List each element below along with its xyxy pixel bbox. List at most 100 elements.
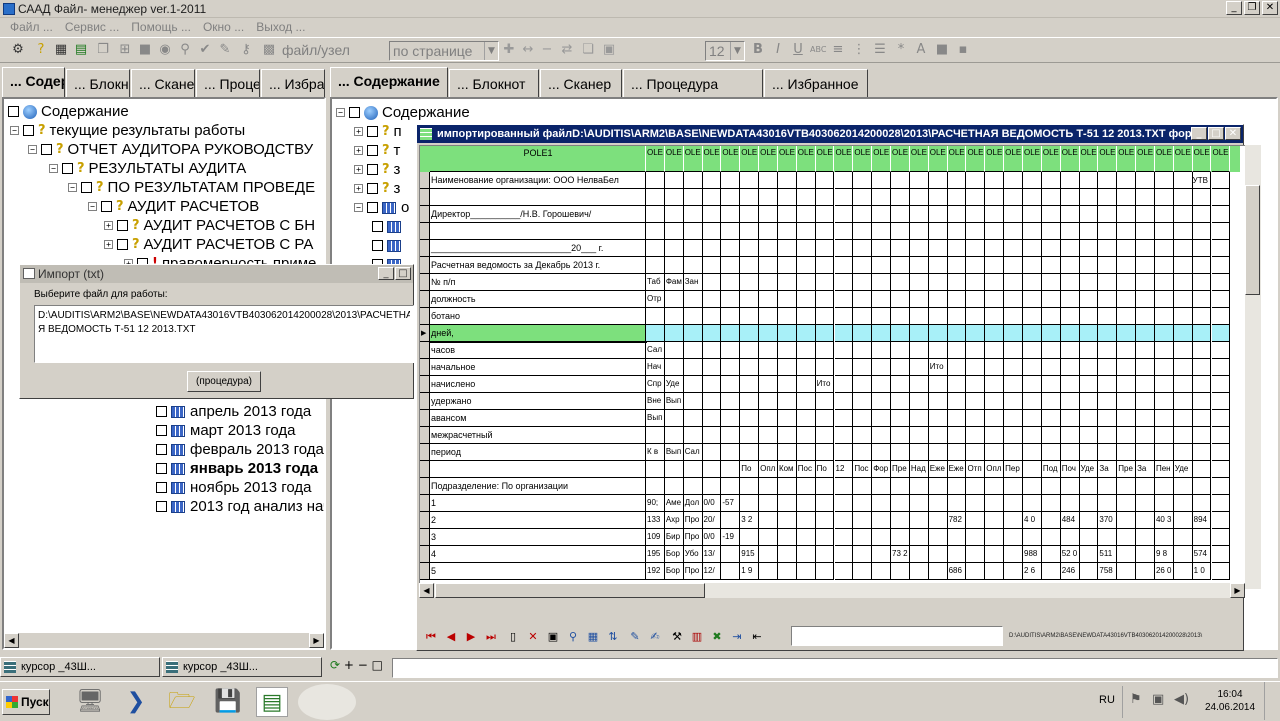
grid-cell[interactable]: Вып [664,444,684,461]
grid-cell[interactable] [966,206,986,223]
expand-icon[interactable]: + [354,165,363,174]
grid-cell[interactable] [1023,376,1042,393]
grid-cell[interactable] [721,376,741,393]
tree-checkbox[interactable] [372,221,383,232]
grid-cell[interactable] [1117,376,1137,393]
grid-cell[interactable] [1023,291,1042,308]
month-item[interactable]: 2013 год анализ нач [156,497,324,516]
copy-icon[interactable]: ❐ [95,42,111,58]
grid-cell[interactable] [1173,325,1193,342]
delete-record-icon[interactable]: ✕ [525,629,541,645]
grid-cell[interactable] [909,240,929,257]
grid-cell[interactable] [1023,529,1042,546]
right-tree-node[interactable]: +? п [354,122,402,141]
grid-cell[interactable]: 4 [430,546,646,563]
tree-checkbox[interactable] [367,202,378,213]
column-header[interactable]: OLE [872,146,892,172]
grid-cell[interactable]: Уде [1173,461,1193,478]
edit-icon[interactable]: ✎ [217,42,233,58]
grid-cell[interactable] [872,308,892,325]
grid-cell[interactable] [834,206,854,223]
grid-cell[interactable] [1136,410,1155,427]
grid-cell[interactable] [966,393,986,410]
grid-cell[interactable] [928,393,948,410]
collapse-icon[interactable]: − [88,202,97,211]
grid-cell[interactable] [1192,461,1212,478]
grid-cell[interactable] [1211,189,1231,206]
grid-cell[interactable] [759,325,778,342]
grid-cell[interactable] [1060,325,1080,342]
grid-cell[interactable] [1023,223,1042,240]
grid-cell[interactable] [815,325,835,342]
month-item[interactable]: апрель 2013 года [156,402,311,421]
grid-cell[interactable]: Спр [646,376,665,393]
grid-cell[interactable] [1211,257,1231,274]
import-icon[interactable]: ⇤ [749,629,765,645]
grid-cell[interactable] [853,172,873,189]
grid-cell[interactable] [1098,495,1118,512]
grid-cell[interactable] [1154,529,1174,546]
grid-cell[interactable] [891,308,910,325]
grid-cell[interactable] [1060,189,1080,206]
last-record-icon[interactable]: ⏭ [483,629,499,645]
font-color-icon[interactable]: A [913,42,929,58]
grid-cell[interactable] [1041,308,1061,325]
grid-cell[interactable]: 894 [1192,512,1212,529]
grid-cell[interactable]: Еже [947,461,967,478]
grid-cell[interactable] [853,512,873,529]
grid-cell[interactable] [1211,325,1231,342]
grid-cell[interactable] [1004,478,1023,495]
row-selector[interactable]: ▶ [420,325,430,342]
grid-cell[interactable] [1211,342,1231,359]
grid-cell[interactable] [1117,393,1137,410]
grid-cell[interactable] [834,257,854,274]
grid-cell[interactable] [777,376,797,393]
grid-cell[interactable] [891,444,910,461]
grid-cell[interactable] [1173,223,1193,240]
grid-cell[interactable] [740,427,760,444]
new-record-icon[interactable]: ▯ [505,629,521,645]
grid-cell[interactable] [834,240,854,257]
grid-cell[interactable] [683,359,703,376]
grid-cell[interactable] [1041,410,1061,427]
grid-cell[interactable] [1192,274,1212,291]
grid-cell[interactable] [947,410,967,427]
tree-checkbox[interactable] [372,240,383,251]
grid-cell[interactable] [985,410,1005,427]
grid-cell[interactable] [1173,206,1193,223]
grid-cell[interactable] [1136,529,1155,546]
row-selector[interactable] [420,189,430,206]
grid-cell[interactable]: 3 2 [740,512,760,529]
menu-item-3[interactable]: Окно ... [197,18,250,36]
grid-cell[interactable]: Бор [664,563,684,580]
grid-cell[interactable] [891,240,910,257]
grid-cell[interactable] [1192,257,1212,274]
vscroll-thumb[interactable] [1245,185,1260,295]
grid-cell[interactable] [721,342,741,359]
grid-cell[interactable]: Уде [664,376,684,393]
grid-cell[interactable] [1154,393,1174,410]
row-selector[interactable] [420,342,430,359]
grid-cell[interactable] [1192,495,1212,512]
grid-cell[interactable]: 246 [1060,563,1080,580]
grid-cell[interactable]: 26 0 [1154,563,1174,580]
font-size-combo[interactable]: 12 ▼ [705,41,745,61]
column-header[interactable]: OLE [1136,146,1155,172]
grid-cell[interactable]: Фам [664,274,684,291]
tree-checkbox[interactable] [117,220,128,231]
grid-cell[interactable] [1079,529,1099,546]
grid-cell[interactable] [1004,410,1023,427]
column-header[interactable]: OLE [909,146,929,172]
grid-cell[interactable] [1154,223,1174,240]
tree-node[interactable]: −? АУДИТ РАСЧЕТОВ [88,197,259,216]
check-edit-icon[interactable]: ✍ [647,629,663,645]
right-tree-node[interactable]: +? з [354,179,400,198]
column-header[interactable]: OLE [740,146,760,172]
grid-cell[interactable] [1041,563,1061,580]
grid-cell[interactable] [872,189,892,206]
grid-cell[interactable] [985,478,1005,495]
grid-cell[interactable] [1098,325,1118,342]
tree-checkbox[interactable] [156,406,167,417]
grid-cell[interactable] [777,172,797,189]
grid-cell[interactable] [966,342,986,359]
